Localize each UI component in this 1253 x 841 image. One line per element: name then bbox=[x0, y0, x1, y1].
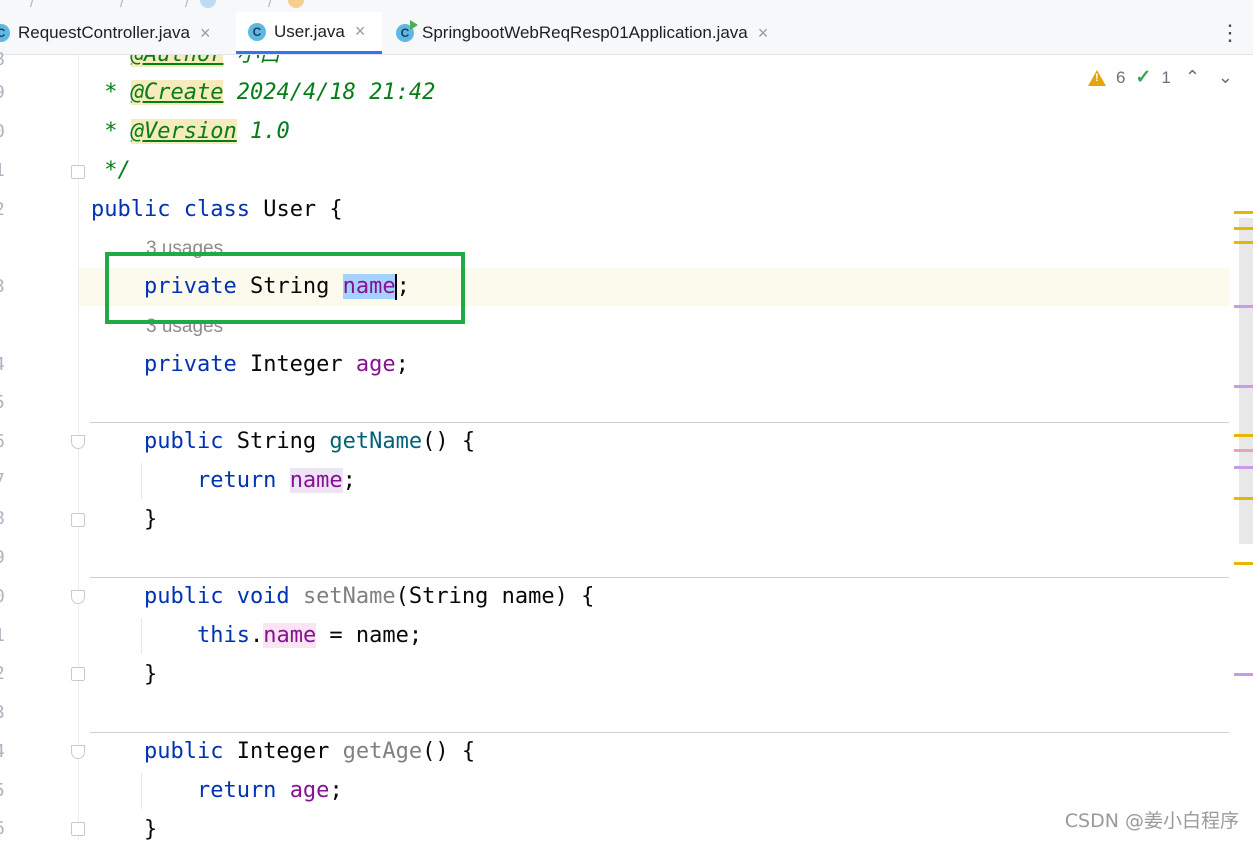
line-number: 8 bbox=[0, 508, 24, 529]
line-number: 3 bbox=[0, 702, 24, 723]
line-number: 3 bbox=[0, 276, 24, 297]
package-icon bbox=[200, 0, 216, 8]
breadcrumb-separator: / bbox=[120, 0, 124, 10]
usages-inlay-hint[interactable]: 3 usages bbox=[146, 237, 223, 261]
code-line: public Integer getAge() { bbox=[91, 739, 476, 764]
line-number: 5 bbox=[0, 392, 24, 413]
code-line: this.name = name; bbox=[91, 623, 423, 648]
code-editor[interactable]: * @Author 小白 * @Create 2024/4/18 21:42 *… bbox=[79, 55, 1229, 841]
class-icon bbox=[288, 0, 304, 8]
line-number: 6 bbox=[0, 818, 24, 839]
class-icon: C bbox=[248, 22, 266, 41]
warning-marker[interactable] bbox=[1234, 227, 1253, 230]
class-icon: C bbox=[0, 24, 10, 42]
usage-marker[interactable] bbox=[1234, 449, 1253, 452]
spring-boot-app-icon: C bbox=[396, 20, 418, 42]
usage-marker[interactable] bbox=[1234, 466, 1253, 469]
close-icon[interactable]: × bbox=[355, 21, 366, 42]
tab-label: User.java bbox=[274, 21, 345, 41]
tab-request-controller[interactable]: C RequestController.java × bbox=[0, 12, 236, 54]
line-number: 1 bbox=[0, 160, 24, 181]
code-line: } bbox=[91, 507, 158, 532]
usages-inlay-hint[interactable]: 3 usages bbox=[146, 315, 223, 339]
tab-label: SpringbootWebReqResp01Application.java bbox=[422, 23, 748, 42]
line-number: 5 bbox=[0, 780, 24, 801]
watermark: CSDN @姜小白程序 bbox=[1064, 810, 1239, 832]
code-line: * @Create 2024/4/18 21:42 bbox=[91, 80, 436, 105]
code-line: } bbox=[91, 662, 158, 687]
code-line: } bbox=[91, 817, 158, 841]
code-line: * @Author 小白 bbox=[91, 55, 281, 73]
code-line: private String name; bbox=[91, 274, 410, 300]
previous-highlight-icon[interactable]: ⌃ bbox=[1181, 67, 1204, 88]
usage-marker[interactable] bbox=[1234, 305, 1253, 308]
editor-scrollbar[interactable] bbox=[1239, 218, 1253, 544]
warning-icon bbox=[1087, 69, 1106, 86]
editor-tab-bar: C RequestController.java × C User.java ×… bbox=[0, 12, 1253, 55]
warning-marker[interactable] bbox=[1234, 434, 1253, 437]
tab-springboot-application[interactable]: C SpringbootWebReqResp01Application.java… bbox=[382, 12, 812, 54]
code-line: */ bbox=[91, 158, 131, 183]
code-line: * @Version 1.0 bbox=[91, 119, 290, 144]
warning-marker[interactable] bbox=[1234, 562, 1253, 565]
warning-marker[interactable] bbox=[1234, 497, 1253, 500]
breadcrumb-separator: / bbox=[185, 0, 189, 10]
usage-marker[interactable] bbox=[1234, 673, 1253, 676]
breadcrumb-separator: / bbox=[268, 0, 272, 10]
line-number: 2 bbox=[0, 199, 24, 220]
code-line: public void setName(String name) { bbox=[91, 584, 595, 609]
run-badge-icon bbox=[410, 20, 418, 30]
tab-user-java[interactable]: C User.java × bbox=[236, 12, 382, 54]
usage-marker[interactable] bbox=[1234, 385, 1253, 388]
line-number: 7 bbox=[0, 470, 24, 491]
breadcrumb-separator: / bbox=[30, 0, 34, 10]
close-icon[interactable]: × bbox=[200, 23, 211, 44]
tab-label: RequestController.java bbox=[18, 23, 190, 42]
line-number: 6 bbox=[0, 431, 24, 452]
line-number: 1 bbox=[0, 625, 24, 646]
line-number: 4 bbox=[0, 741, 24, 762]
warning-marker[interactable] bbox=[1234, 211, 1253, 214]
code-line: return age; bbox=[91, 778, 343, 803]
line-number: 4 bbox=[0, 354, 24, 375]
method-separator bbox=[90, 732, 1229, 733]
close-icon[interactable]: × bbox=[758, 23, 769, 44]
code-line: public class User { bbox=[91, 197, 343, 222]
line-number: 9 bbox=[0, 547, 24, 568]
line-number: 0 bbox=[0, 586, 24, 607]
line-number: 9 bbox=[0, 82, 24, 103]
code-line: public String getName() { bbox=[91, 429, 476, 454]
weak-warning-icon: ✓ bbox=[1135, 67, 1152, 88]
warning-marker[interactable] bbox=[1234, 241, 1253, 244]
line-number: 2 bbox=[0, 663, 24, 684]
code-line: private Integer age; bbox=[91, 352, 409, 377]
line-number: 0 bbox=[0, 121, 24, 142]
method-separator bbox=[90, 422, 1229, 423]
line-number: 8 bbox=[0, 49, 24, 70]
more-options-icon[interactable]: ⋮ bbox=[1219, 20, 1241, 46]
warning-count: 6 bbox=[1115, 67, 1126, 87]
line-number-gutter: 8 9 0 1 2 3 4 5 6 7 8 9 0 1 2 3 4 5 6 bbox=[0, 49, 85, 841]
next-highlight-icon[interactable]: ⌄ bbox=[1214, 67, 1237, 88]
inspection-widget[interactable]: 6 ✓ 1 ⌃ ⌄ bbox=[1087, 66, 1237, 89]
code-line: return name; bbox=[91, 468, 356, 493]
weak-warning-count: 1 bbox=[1161, 67, 1171, 87]
method-separator bbox=[90, 577, 1229, 578]
